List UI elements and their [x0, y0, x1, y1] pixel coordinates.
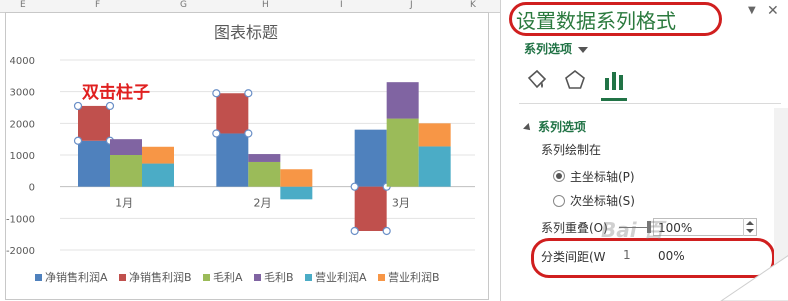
bar [248, 161, 281, 187]
column-header[interactable]: I [340, 0, 343, 11]
gap-width-slider-mark[interactable]: 1 [623, 248, 631, 262]
bar [78, 140, 110, 187]
y-tick-label: 1000 [10, 151, 35, 162]
bar [142, 146, 174, 164]
active-tab-indicator [601, 98, 627, 101]
selection-handle [350, 182, 359, 191]
panel-scrollbar[interactable] [774, 108, 788, 298]
bar [280, 186, 313, 200]
section-header[interactable]: 系列选项 [523, 118, 587, 135]
bar [248, 154, 281, 162]
y-tick-label: -2000 [6, 246, 35, 257]
primary-axis-label: 主坐标轴(P) [570, 170, 635, 184]
effects-icon[interactable] [563, 68, 587, 92]
panel-title-highlight [509, 2, 722, 36]
column-header[interactable]: J [410, 0, 413, 11]
column-header[interactable]: K [470, 0, 476, 11]
legend-label: 净销售利润A [45, 270, 108, 284]
legend-label: 营业利润A [315, 270, 367, 284]
legend-swatch [305, 274, 312, 281]
y-tick-label: -1000 [6, 214, 35, 225]
plot-on-label: 系列绘制在 [541, 143, 602, 157]
bar [354, 129, 387, 187]
selection-handle [105, 101, 115, 111]
selection-handle [350, 226, 359, 236]
fill-line-icon[interactable] [525, 68, 549, 92]
series-options-dropdown-label: 系列选项 [524, 42, 573, 56]
x-tick-label: 3月 [392, 197, 410, 210]
column-header[interactable]: H [262, 0, 269, 11]
watermark: Bai 百 [601, 218, 664, 242]
bar [110, 139, 142, 155]
bar [216, 133, 249, 187]
spreadsheet-area: E F G H I J K 图表标题 4000 3000 2000 1000 0 -1000 -2000 1… [0, 0, 500, 301]
overlap-label: 系列重叠(O) [541, 221, 608, 235]
selection-handle [73, 136, 83, 145]
format-data-series-panel: 设置数据系列格式 ▼ ✕ 系列选项 系列选项 系列绘制在 主坐标轴(P) 次坐标… [500, 0, 788, 301]
column-header[interactable]: F [95, 0, 100, 11]
primary-axis-radio[interactable] [553, 170, 565, 182]
gap-width-value: 00% [658, 249, 685, 263]
bar [418, 146, 451, 187]
secondary-axis-radio[interactable] [553, 195, 565, 207]
series-options-dropdown[interactable]: 系列选项 [524, 40, 589, 57]
chevron-down-icon [578, 46, 589, 53]
selection-handle [212, 129, 221, 138]
selection-handle [244, 129, 253, 138]
bar [216, 93, 249, 134]
column-header[interactable]: E [20, 0, 26, 11]
panel-menu-button[interactable]: ▼ [748, 5, 756, 16]
y-tick-label: 0 [29, 183, 35, 194]
secondary-axis-label: 次坐标轴(S) [570, 194, 635, 208]
bar [280, 169, 313, 187]
legend-label: 营业利润B [388, 270, 440, 284]
bar [142, 163, 174, 187]
bar [386, 82, 419, 119]
gap-width-label: 分类间距(W [541, 250, 606, 264]
selection-handle [244, 89, 253, 98]
selection-handle [73, 101, 83, 111]
selection-handle [382, 226, 391, 236]
bar [418, 123, 451, 147]
overlap-input[interactable]: 100% [653, 218, 757, 236]
chart-title: 图表标题 [214, 23, 278, 42]
chart[interactable]: 图表标题 4000 3000 2000 1000 0 -1000 -2000 1月 2月 3月 双击柱… [5, 12, 487, 298]
panel-divider [519, 103, 781, 104]
y-tick-label: 3000 [10, 88, 35, 99]
bar [354, 186, 387, 231]
legend-swatch [203, 274, 210, 281]
x-tick-label: 2月 [254, 197, 272, 210]
legend-swatch [254, 274, 261, 281]
bar [110, 155, 142, 187]
collapse-icon [523, 122, 533, 133]
legend-swatch [35, 274, 42, 281]
legend-label: 净销售利润B [129, 270, 192, 284]
section-title: 系列选项 [538, 120, 587, 134]
bar [386, 118, 419, 187]
series-options-icon[interactable] [602, 68, 626, 92]
legend-swatch [119, 274, 126, 281]
legend-label: 毛利A [213, 271, 243, 284]
annotation-label: 双击柱子 [82, 82, 150, 103]
y-tick-label: 4000 [10, 56, 35, 67]
y-tick-label: 2000 [10, 119, 35, 130]
x-tick-label: 1月 [115, 197, 133, 210]
bar [78, 105, 110, 141]
legend-swatch [378, 274, 385, 281]
close-icon[interactable]: ✕ [767, 3, 779, 19]
column-header[interactable]: G [180, 0, 187, 11]
overlap-spinner[interactable] [743, 218, 756, 236]
gap-width-input[interactable]: 00% [653, 246, 757, 264]
legend-label: 毛利B [264, 271, 294, 284]
selection-handle [212, 89, 221, 98]
